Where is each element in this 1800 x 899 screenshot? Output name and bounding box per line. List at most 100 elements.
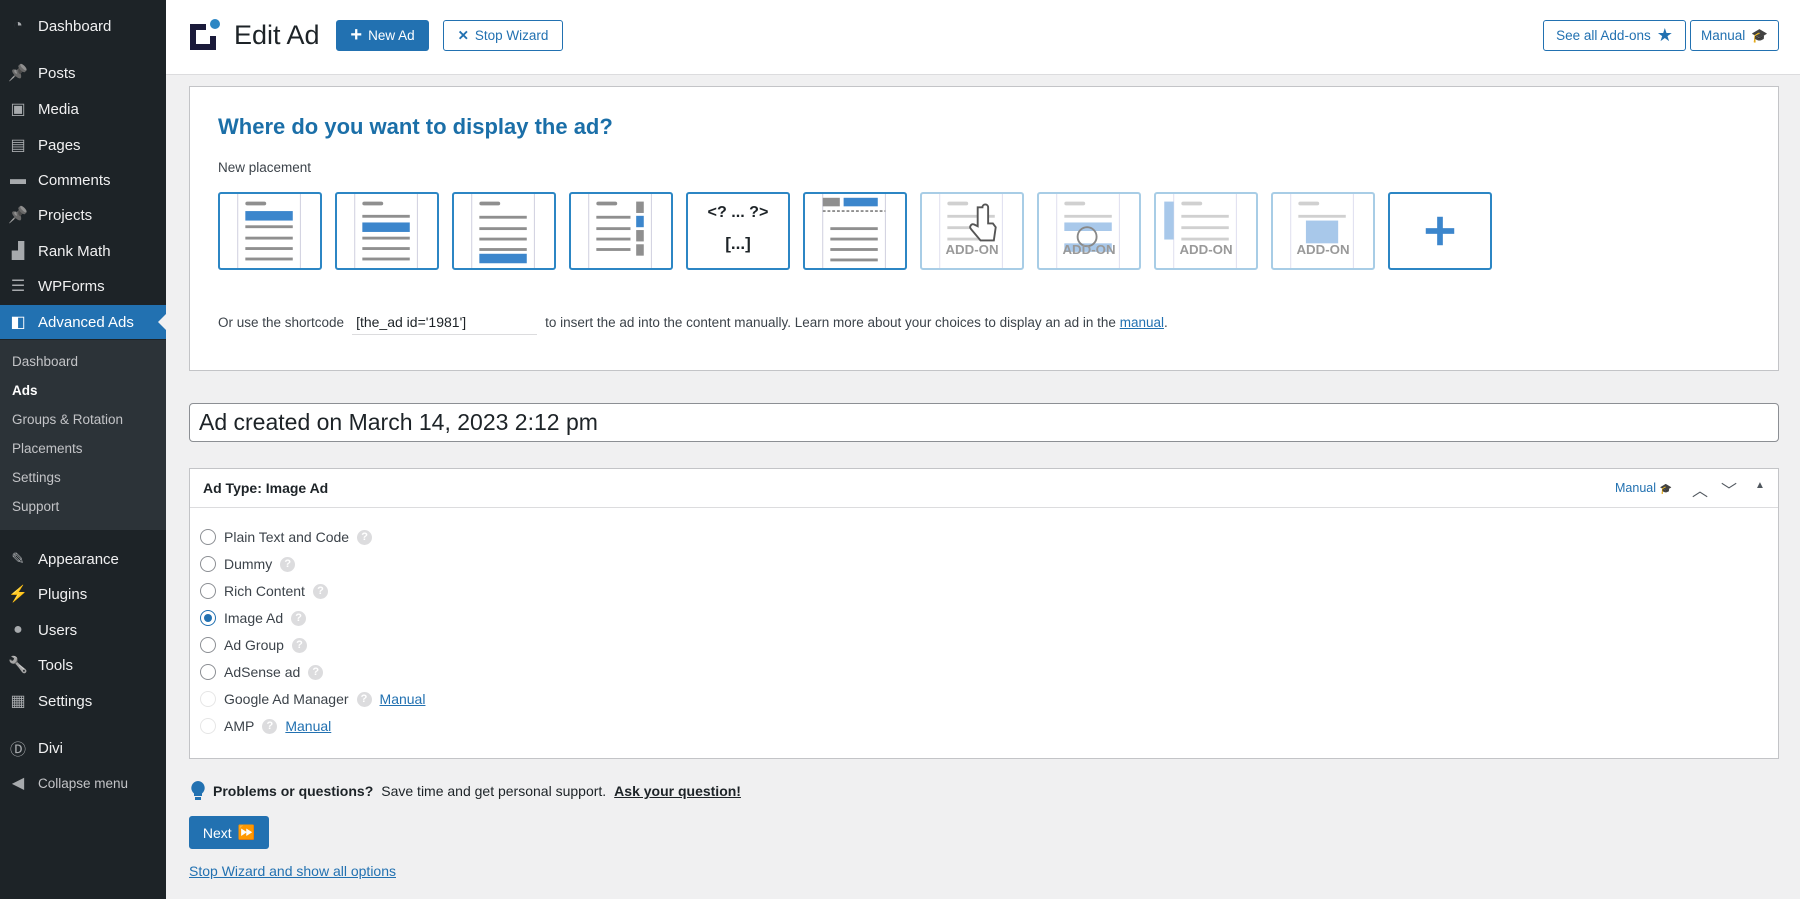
help-icon[interactable]: ? xyxy=(357,529,373,545)
user-icon: ● xyxy=(13,621,23,638)
radio-button[interactable] xyxy=(200,610,216,626)
submenu-ads[interactable]: Ads xyxy=(12,383,38,398)
move-up-icon[interactable]: ︿ xyxy=(1692,477,1708,501)
option-label: Dummy xyxy=(224,556,273,572)
plus-icon: + xyxy=(350,24,363,46)
chart-icon: ▟ xyxy=(11,243,25,260)
radio-button[interactable] xyxy=(200,637,216,653)
media-icon: ▣ xyxy=(10,101,26,118)
radio-button[interactable] xyxy=(200,583,216,599)
svg-text:ADD-ON: ADD-ON xyxy=(1062,242,1115,257)
placement-sidebar-widget[interactable] xyxy=(569,192,673,270)
placement-header-code[interactable] xyxy=(803,192,907,270)
comment-icon: ▬ xyxy=(10,171,26,188)
stop-wizard-button[interactable]: ✕ Stop Wizard xyxy=(443,20,563,51)
placement-addon-popup[interactable]: ADD-ON xyxy=(1037,192,1141,270)
sidebar-item-wpforms[interactable]: ☰ WPForms xyxy=(0,269,166,303)
see-addons-button[interactable]: See all Add-ons ★ xyxy=(1543,20,1686,51)
placement-addon-sticky[interactable]: ADD-ON xyxy=(1154,192,1258,270)
help-icon[interactable]: ? xyxy=(291,610,307,626)
sidebar-item-media[interactable]: ▣ Media xyxy=(0,92,166,126)
placement-after-content[interactable] xyxy=(452,192,556,270)
radio-button[interactable] xyxy=(200,664,216,680)
help-icon[interactable]: ? xyxy=(312,583,328,599)
help-icon[interactable]: ? xyxy=(262,718,278,734)
ad-type-option-dummy[interactable]: Dummy? xyxy=(200,556,296,572)
sidebar-item-settings[interactable]: ▦ Settings xyxy=(0,684,166,718)
next-button[interactable]: Next ⏩ xyxy=(189,816,269,849)
sidebar-item-advanced-ads[interactable]: ◧ Advanced Ads xyxy=(0,305,166,339)
ad-type-option-ad-group[interactable]: Ad Group? xyxy=(200,637,307,653)
help-icon[interactable]: ? xyxy=(356,691,372,707)
shortcode-suffix: to insert the ad into the content manual… xyxy=(545,314,1116,330)
ad-type-option-rich-content[interactable]: Rich Content? xyxy=(200,583,328,599)
placement-manual[interactable]: <? ... ?> [...] xyxy=(686,192,790,270)
ad-type-option-adsense-ad[interactable]: AdSense ad? xyxy=(200,664,324,680)
ad-type-option-image-ad[interactable]: Image Ad? xyxy=(200,610,307,626)
brush-icon: ✎ xyxy=(11,551,25,568)
radio-button xyxy=(200,691,216,707)
sidebar-item-users[interactable]: ● Users xyxy=(0,613,166,647)
submenu-support[interactable]: Support xyxy=(12,499,59,514)
manual-button[interactable]: Manual 🎓 xyxy=(1690,20,1779,51)
pin-icon: 📌 xyxy=(8,65,28,82)
submenu-settings[interactable]: Settings xyxy=(12,470,61,485)
placement-addon-layer-icon: ADD-ON xyxy=(1290,194,1354,268)
placement-addon-click[interactable]: ADD-ON xyxy=(920,192,1024,270)
sidebar-item-divi[interactable]: Ⓓ Divi xyxy=(0,731,166,765)
sidebar-item-collapse-menu[interactable]: ◀ Collapse menu xyxy=(0,766,166,800)
sidebar-item-label: WPForms xyxy=(38,277,105,295)
svg-text:[...]: [...] xyxy=(725,234,751,253)
placement-panel: Where do you want to display the ad? New… xyxy=(189,86,1779,371)
placement-before-content[interactable] xyxy=(218,192,322,270)
sidebar-item-label: Collapse menu xyxy=(38,775,129,791)
ad-type-option-plain-text-and-code[interactable]: Plain Text and Code? xyxy=(200,529,373,545)
sidebar-item-comments[interactable]: ▬ Comments xyxy=(0,163,166,197)
manual-link[interactable]: manual xyxy=(1120,315,1164,330)
radio-button[interactable] xyxy=(200,529,216,545)
sidebar-item-tools[interactable]: 🔧 Tools xyxy=(0,648,166,682)
submenu-placements[interactable]: Placements xyxy=(12,441,83,456)
admin-sidebar: Dashboard Ads Groups & Rotation Placemen… xyxy=(0,0,166,899)
dashboard-icon: ◔ xyxy=(13,17,23,34)
placement-addon-layer[interactable]: ADD-ON xyxy=(1271,192,1375,270)
radio-button[interactable] xyxy=(200,556,216,572)
sidebar-item-label: Dashboard xyxy=(38,17,112,35)
ad-type-header: Ad Type: Image Ad Manual 🎓 ︿ ﹀ ▲ xyxy=(190,469,1778,508)
help-icon[interactable]: ? xyxy=(308,664,324,680)
svg-text:ADD-ON: ADD-ON xyxy=(945,242,998,257)
move-down-icon[interactable]: ﹀ xyxy=(1721,477,1737,501)
ad-type-option-google-ad-manager: Google Ad Manager? Manual xyxy=(200,691,425,707)
sidebar-item-label: Rank Math xyxy=(38,242,111,260)
submenu-groups[interactable]: Groups & Rotation xyxy=(12,412,123,427)
manual-label: Manual xyxy=(1700,28,1746,43)
ask-question-link[interactable]: Ask your question! xyxy=(614,783,741,799)
help-icon[interactable]: ? xyxy=(280,556,296,572)
stop-wizard-link[interactable]: Stop Wizard and show all options xyxy=(189,863,396,879)
sidebar-item-pages[interactable]: ▤ Pages xyxy=(0,128,166,162)
placement-content[interactable] xyxy=(335,192,439,270)
sidebar-item-posts[interactable]: 📌 Posts xyxy=(0,56,166,90)
sidebar-item-appearance[interactable]: ✎ Appearance xyxy=(0,542,166,576)
new-ad-button[interactable]: + New Ad xyxy=(336,20,429,51)
sidebar-item-label: Advanced Ads xyxy=(38,313,134,331)
placement-before-content-icon xyxy=(237,194,301,268)
ad-type-manual-link[interactable]: Manual 🎓 xyxy=(1615,481,1672,495)
option-manual-link[interactable]: Manual xyxy=(380,691,426,707)
sidebar-item-dashboard[interactable]: ◔ Dashboard xyxy=(0,9,166,43)
sidebar-item-plugins[interactable]: ⚡ Plugins xyxy=(0,577,166,611)
graduation-cap-icon: 🎓 xyxy=(1659,484,1672,495)
collapse-icon: ◀ xyxy=(11,775,25,792)
option-manual-link[interactable]: Manual xyxy=(285,718,331,734)
shortcode-input[interactable] xyxy=(352,309,538,335)
ad-type-option-amp: AMP? Manual xyxy=(200,718,331,734)
submenu-dashboard[interactable]: Dashboard xyxy=(12,354,78,369)
help-icon[interactable]: ? xyxy=(291,637,307,653)
addons-label: See all Add-ons xyxy=(1556,28,1651,43)
sidebar-item-rank-math[interactable]: ▟ Rank Math xyxy=(0,234,166,268)
ad-title-input[interactable] xyxy=(189,403,1779,442)
sidebar-item-projects[interactable]: 📌 Projects xyxy=(0,198,166,232)
toggle-panel-icon[interactable]: ▲ xyxy=(1755,480,1765,491)
placement-more[interactable] xyxy=(1388,192,1492,270)
placement-content-icon xyxy=(354,194,418,268)
